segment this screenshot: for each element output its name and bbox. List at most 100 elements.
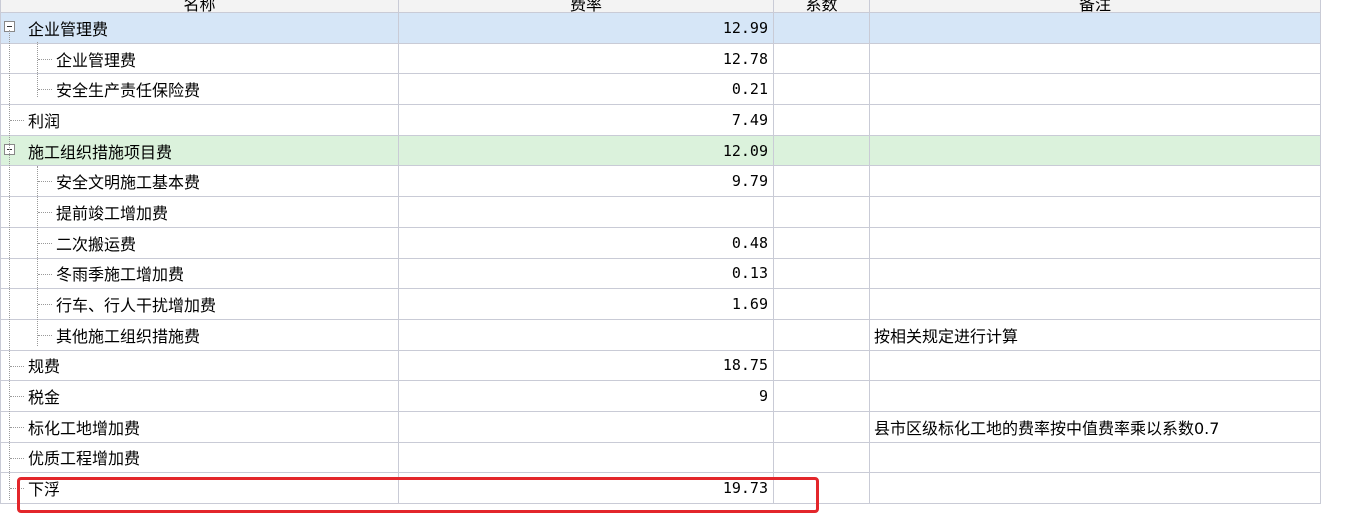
table-row[interactable]: 税金 9 xyxy=(0,380,1321,412)
cell-coef[interactable] xyxy=(773,104,870,136)
tree-connector xyxy=(10,488,24,490)
cell-rate[interactable] xyxy=(398,196,774,228)
cell-name[interactable]: 优质工程增加费 xyxy=(0,441,399,474)
cell-coef[interactable] xyxy=(773,257,870,290)
tree-connector xyxy=(10,396,24,398)
row-name-label: 企业管理费 xyxy=(56,50,137,70)
tree-connector xyxy=(38,304,52,306)
table-row[interactable]: 下浮 19.73 xyxy=(0,472,1321,504)
cell-coef[interactable] xyxy=(773,196,870,228)
tree-connector xyxy=(38,273,52,275)
table-row[interactable]: 冬雨季施工增加费 0.13 xyxy=(0,257,1321,290)
table-row[interactable]: 标化工地增加费 县市区级标化工地的费率按中值费率乘以系数0.7 xyxy=(0,410,1321,443)
row-name-label: 行车、行人干扰增加费 xyxy=(56,296,217,316)
cell-name[interactable]: 安全文明施工基本费 xyxy=(0,165,399,198)
cell-rate[interactable]: 12.78 xyxy=(398,42,774,75)
cell-name[interactable]: 利润 xyxy=(0,104,399,136)
cell-rate[interactable]: 0.13 xyxy=(398,257,774,290)
cell-coef[interactable] xyxy=(773,318,870,351)
table-row[interactable]: 提前竣工增加费 xyxy=(0,196,1321,228)
table-row[interactable]: 其他施工组织措施费 按相关规定进行计算 xyxy=(0,318,1321,351)
cell-coef[interactable] xyxy=(773,380,870,412)
column-header-name[interactable]: 名称 xyxy=(0,0,399,13)
cell-note[interactable] xyxy=(869,73,1321,106)
cell-rate[interactable] xyxy=(398,318,774,351)
fee-rate-grid: 名称 费率 系数 备注 企业管理费 12.99 企业管理费 12.78 安全生产责任保险… xyxy=(0,0,1321,504)
table-row[interactable]: 规费 18.75 xyxy=(0,349,1321,382)
table-row[interactable]: 安全生产责任保险费 0.21 xyxy=(0,73,1321,106)
cell-coef[interactable] xyxy=(773,42,870,75)
cell-rate[interactable]: 9.79 xyxy=(398,165,774,198)
cell-name[interactable]: 企业管理费 xyxy=(0,12,399,44)
cell-coef[interactable] xyxy=(773,472,870,504)
cell-rate[interactable]: 0.48 xyxy=(398,226,774,259)
cell-coef[interactable] xyxy=(773,441,870,474)
cell-note[interactable] xyxy=(869,134,1321,167)
cell-name[interactable]: 安全生产责任保险费 xyxy=(0,73,399,106)
table-row[interactable]: 行车、行人干扰增加费 1.69 xyxy=(0,288,1321,320)
cell-coef[interactable] xyxy=(773,288,870,320)
tree-connector xyxy=(38,242,52,244)
cell-name[interactable]: 冬雨季施工增加费 xyxy=(0,257,399,290)
cell-rate[interactable] xyxy=(398,410,774,443)
cell-coef[interactable] xyxy=(773,165,870,198)
cell-note[interactable]: 按相关规定进行计算 xyxy=(869,318,1321,351)
cell-name[interactable]: 提前竣工增加费 xyxy=(0,196,399,228)
cell-rate[interactable]: 1.69 xyxy=(398,288,774,320)
column-header-rate[interactable]: 费率 xyxy=(398,0,774,13)
cell-note[interactable] xyxy=(869,441,1321,474)
header-row: 名称 费率 系数 备注 xyxy=(0,0,1321,13)
cell-name[interactable]: 企业管理费 xyxy=(0,42,399,75)
tree-connector xyxy=(38,212,52,214)
cell-rate[interactable]: 12.09 xyxy=(398,134,774,167)
cell-note[interactable] xyxy=(869,12,1321,44)
cell-name[interactable]: 税金 xyxy=(0,380,399,412)
cell-note[interactable] xyxy=(869,349,1321,382)
cell-name[interactable]: 规费 xyxy=(0,349,399,382)
table-row[interactable]: 企业管理费 12.99 xyxy=(0,12,1321,44)
cell-coef[interactable] xyxy=(773,73,870,106)
tree-connector xyxy=(9,30,10,500)
cell-coef[interactable] xyxy=(773,226,870,259)
table-row[interactable]: 企业管理费 12.78 xyxy=(0,42,1321,75)
cell-name[interactable]: 其他施工组织措施费 xyxy=(0,318,399,351)
cell-name[interactable]: 标化工地增加费 xyxy=(0,410,399,443)
cell-note[interactable] xyxy=(869,257,1321,290)
column-header-coef[interactable]: 系数 xyxy=(773,0,870,13)
table-row[interactable]: 施工组织措施项目费 12.09 xyxy=(0,134,1321,167)
cell-note[interactable] xyxy=(869,380,1321,412)
cell-rate[interactable]: 7.49 xyxy=(398,104,774,136)
table-row[interactable]: 利润 7.49 xyxy=(0,104,1321,136)
cell-name[interactable]: 下浮 xyxy=(0,472,399,504)
cell-name[interactable]: 行车、行人干扰增加费 xyxy=(0,288,399,320)
cell-note[interactable] xyxy=(869,42,1321,75)
cell-note[interactable] xyxy=(869,165,1321,198)
cell-rate[interactable]: 9 xyxy=(398,380,774,412)
tree-connector xyxy=(38,334,52,336)
cell-note[interactable] xyxy=(869,288,1321,320)
table-row[interactable]: 安全文明施工基本费 9.79 xyxy=(0,165,1321,198)
cell-rate[interactable]: 18.75 xyxy=(398,349,774,382)
cell-note[interactable] xyxy=(869,196,1321,228)
cell-name[interactable]: 二次搬运费 xyxy=(0,226,399,259)
table-row[interactable]: 优质工程增加费 xyxy=(0,441,1321,474)
cell-rate[interactable] xyxy=(398,441,774,474)
cell-note[interactable] xyxy=(869,472,1321,504)
cell-coef[interactable] xyxy=(773,134,870,167)
cell-rate[interactable]: 19.73 xyxy=(398,472,774,504)
column-header-note[interactable]: 备注 xyxy=(869,0,1321,13)
cell-note[interactable]: 县市区级标化工地的费率按中值费率乘以系数0.7 xyxy=(869,410,1321,443)
row-name-label: 安全生产责任保险费 xyxy=(56,81,201,101)
table-row[interactable]: 二次搬运费 0.48 xyxy=(0,226,1321,259)
row-name-label: 企业管理费 xyxy=(28,19,109,39)
cell-note[interactable] xyxy=(869,226,1321,259)
cell-rate[interactable]: 0.21 xyxy=(398,73,774,106)
cell-rate[interactable]: 12.99 xyxy=(398,12,774,44)
tree-connector xyxy=(10,120,24,122)
cell-name[interactable]: 施工组织措施项目费 xyxy=(0,134,399,167)
cell-coef[interactable] xyxy=(773,410,870,443)
cell-note[interactable] xyxy=(869,104,1321,136)
cell-coef[interactable] xyxy=(773,349,870,382)
cell-coef[interactable] xyxy=(773,12,870,44)
row-name-label: 标化工地增加费 xyxy=(28,418,141,438)
